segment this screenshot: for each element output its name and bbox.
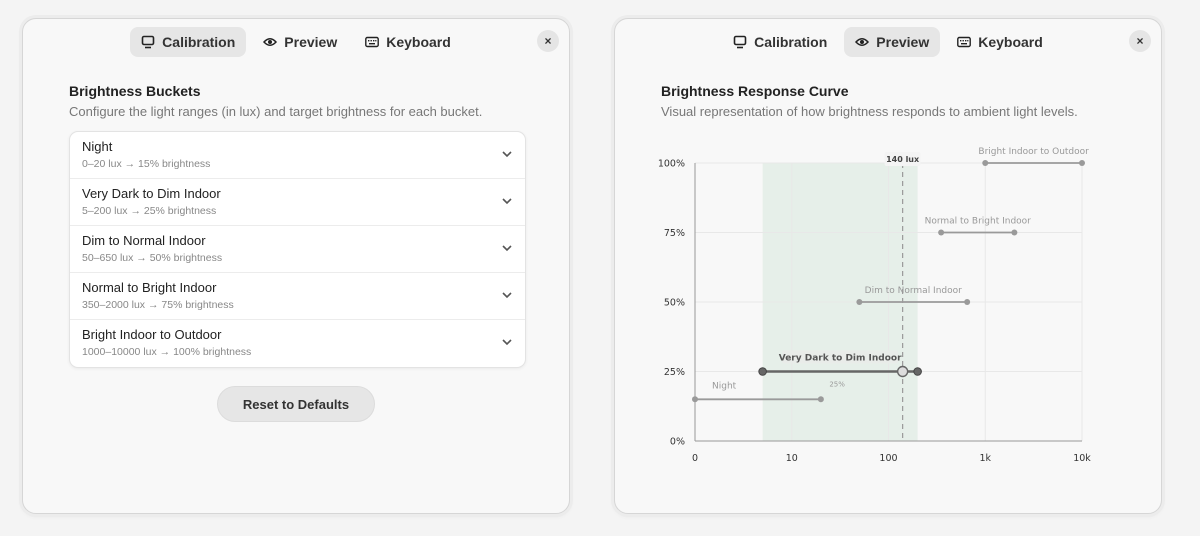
- current-lux-label: 140 lux: [886, 155, 920, 164]
- bucket-endpoint: [1011, 229, 1018, 236]
- segment-label: Dim to Normal Indoor: [865, 286, 962, 296]
- preview-window: Calibration Preview Keyboard × Brightnes…: [614, 18, 1162, 514]
- bucket-item-normal-bright[interactable]: Normal to Bright Indoor 350–2000 lux → 7…: [70, 273, 525, 320]
- segment-label: Normal to Bright Indoor: [925, 217, 1032, 227]
- chevron-down-icon[interactable]: [501, 242, 513, 254]
- bucket-endpoint: [913, 367, 922, 376]
- section-title: Brightness Buckets: [69, 83, 201, 99]
- tab-calibration[interactable]: Calibration: [130, 27, 247, 57]
- y-tick-label: 100%: [658, 159, 685, 170]
- y-tick-label: 0%: [670, 437, 685, 448]
- keyboard-icon: [365, 36, 380, 48]
- x-tick-label: 100: [879, 453, 897, 464]
- bucket-item-bright-outdoor[interactable]: Bright Indoor to Outdoor 1000–10000 lux …: [70, 320, 525, 367]
- y-tick-label: 25%: [664, 367, 685, 378]
- bucket-list: Night 0–20 lux → 15% brightness Very Dar…: [69, 131, 526, 368]
- tab-bar: Calibration Preview Keyboard: [23, 27, 569, 57]
- segment-label: Very Dark to Dim Indoor: [779, 354, 902, 364]
- bucket-item-night[interactable]: Night 0–20 lux → 15% brightness: [70, 132, 525, 179]
- bucket-endpoint: [1079, 160, 1085, 166]
- bucket-name: Normal to Bright Indoor: [82, 280, 217, 295]
- bucket-endpoint: [982, 160, 989, 166]
- bucket-endpoint: [938, 229, 945, 236]
- bucket-name: Dim to Normal Indoor: [82, 233, 206, 248]
- monitor-icon: [141, 35, 155, 49]
- tab-label: Preview: [284, 34, 338, 50]
- bucket-item-very-dark[interactable]: Very Dark to Dim Indoor 5–200 lux → 25% …: [70, 179, 525, 226]
- bucket-summary: 50–650 lux → 50% brightness: [82, 252, 223, 264]
- bucket-endpoint: [817, 396, 824, 403]
- bucket-endpoint: [758, 367, 767, 376]
- bucket-name: Very Dark to Dim Indoor: [82, 186, 221, 201]
- tab-preview[interactable]: Preview: [252, 27, 348, 57]
- bucket-name: Night: [82, 139, 113, 154]
- chevron-down-icon[interactable]: [501, 289, 513, 301]
- bucket-name: Bright Indoor to Outdoor: [82, 327, 222, 342]
- tab-keyboard[interactable]: Keyboard: [354, 27, 462, 57]
- x-tick-label: 1k: [979, 453, 991, 464]
- current-value-marker: [896, 365, 909, 378]
- y-tick-label: 75%: [664, 228, 685, 239]
- bucket-summary: 5–200 lux → 25% brightness: [82, 205, 217, 217]
- segment-label: Night: [712, 381, 737, 391]
- tab-label: Keyboard: [386, 34, 451, 50]
- bucket-endpoint: [964, 299, 971, 305]
- bucket-summary: 0–20 lux → 15% brightness: [82, 158, 211, 170]
- segment-label: Bright Indoor to Outdoor: [978, 147, 1089, 157]
- section-description: Configure the light ranges (in lux) and …: [69, 104, 483, 119]
- x-tick-label: 0: [692, 453, 698, 464]
- reset-defaults-button[interactable]: Reset to Defaults: [217, 386, 375, 422]
- eye-icon: [263, 38, 278, 46]
- bucket-summary: 350–2000 lux → 75% brightness: [82, 299, 234, 311]
- chevron-down-icon[interactable]: [501, 195, 513, 207]
- bucket-summary: 1000–10000 lux → 100% brightness: [82, 346, 252, 358]
- bucket-item-dim-normal[interactable]: Dim to Normal Indoor 50–650 lux → 50% br…: [70, 226, 525, 273]
- chevron-down-icon[interactable]: [501, 148, 513, 160]
- close-icon: ×: [544, 34, 552, 48]
- bucket-endpoint: [856, 299, 863, 305]
- y-tick-label: 50%: [664, 298, 685, 309]
- bucket-endpoint: [692, 396, 698, 403]
- x-tick-label: 10k: [1073, 453, 1091, 464]
- close-button[interactable]: ×: [537, 30, 559, 52]
- active-brightness-label: 25%: [829, 381, 845, 389]
- tab-label: Calibration: [162, 34, 236, 50]
- x-tick-label: 10: [786, 453, 798, 464]
- brightness-response-chart: 0 10 100 1k 10k 0% 25% 50% 75% 100% 140 lux Night Ve…: [658, 147, 1091, 464]
- chevron-down-icon[interactable]: [501, 336, 513, 348]
- calibration-window: Calibration Preview Keyboard × Brightnes…: [22, 18, 570, 514]
